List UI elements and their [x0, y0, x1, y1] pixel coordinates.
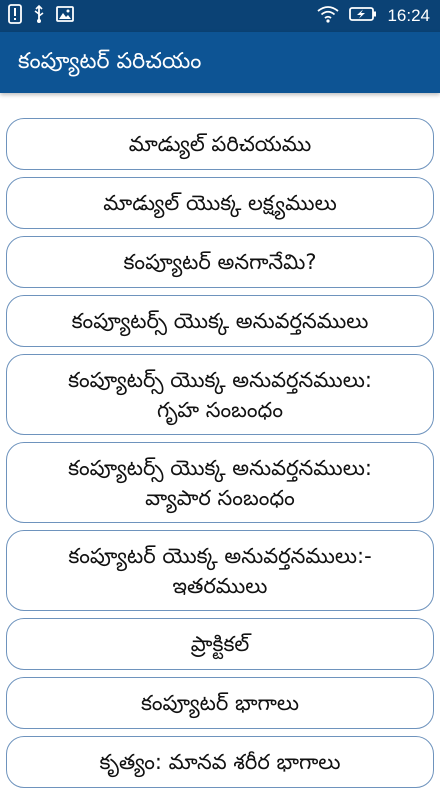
menu-item-computer-applications[interactable]: కంప్యూటర్స్ యొక్క అనువర్తనములు	[6, 295, 434, 347]
page-title: కంప్యూటర్ పరిచయం	[18, 49, 202, 74]
wifi-icon	[317, 5, 340, 27]
menu-item-module-objectives[interactable]: మాడ్యుల్ యొక్క లక్ష్యములు	[6, 177, 434, 229]
status-bar-left-icons	[8, 4, 74, 28]
menu-item-label-line2: గృహ సంబంధం	[156, 397, 284, 422]
usb-icon	[32, 4, 46, 28]
menu-item-what-is-computer[interactable]: కంప్యూటర్ అనగానేమి?	[6, 236, 434, 288]
menu-item-applications-home[interactable]: కంప్యూటర్స్ యొక్క అనువర్తనములు: గృహ సంబం…	[6, 354, 434, 435]
menu-item-label-line2: ఇతరములు	[172, 573, 268, 598]
clock: 16:24	[387, 6, 430, 25]
menu-item-label: కంప్యూటర్ భాగాలు	[140, 691, 300, 715]
menu-item-computer-parts[interactable]: కంప్యూటర్ భాగాలు	[6, 677, 434, 729]
menu-item-label: కంప్యూటర్స్ యొక్క అనువర్తనములు	[71, 309, 369, 333]
alert-icon	[8, 4, 22, 28]
menu-item-activity-body-parts[interactable]: కృత్యం: మానవ శరీర భాగాలు	[6, 736, 434, 788]
menu-item-label-line1: కంప్యూటర్ యొక్క అనువర్తనములు:-	[68, 543, 372, 568]
menu-item-label: మాడ్యుల్ పరిచయము	[128, 132, 312, 156]
menu-item-module-introduction[interactable]: మాడ్యుల్ పరిచయము	[6, 118, 434, 170]
menu-item-practical[interactable]: ప్రాక్టికల్	[6, 618, 434, 670]
menu-item-label-line2: వ్యాపార సంబంధం	[145, 485, 295, 510]
status-bar-right-icons: 16:24	[317, 5, 430, 27]
menu-item-label: కృత్యం: మానవ శరీర భాగాలు	[99, 750, 341, 774]
menu-item-label: ప్రాక్టికల్	[190, 632, 250, 656]
menu-item-applications-others[interactable]: కంప్యూటర్ యొక్క అనువర్తనములు:- ఇతరములు	[6, 530, 434, 611]
menu-item-label-line1: కంప్యూటర్స్ యొక్క అనువర్తనములు:	[68, 367, 372, 392]
app-bar: కంప్యూటర్ పరిచయం	[0, 32, 440, 93]
image-icon	[56, 6, 74, 26]
menu-item-applications-business[interactable]: కంప్యూటర్స్ యొక్క అనువర్తనములు: వ్యాపార …	[6, 442, 434, 523]
status-bar: 16:24	[0, 0, 440, 32]
menu-item-label-line1: కంప్యూటర్స్ యొక్క అనువర్తనములు:	[68, 455, 372, 480]
menu-item-label: కంప్యూటర్ అనగానేమి?	[123, 250, 317, 274]
menu-item-label: మాడ్యుల్ యొక్క లక్ష్యములు	[103, 191, 337, 215]
lesson-menu: మాడ్యుల్ పరిచయము మాడ్యుల్ యొక్క లక్ష్యము…	[6, 118, 434, 795]
battery-charging-icon	[349, 6, 377, 26]
